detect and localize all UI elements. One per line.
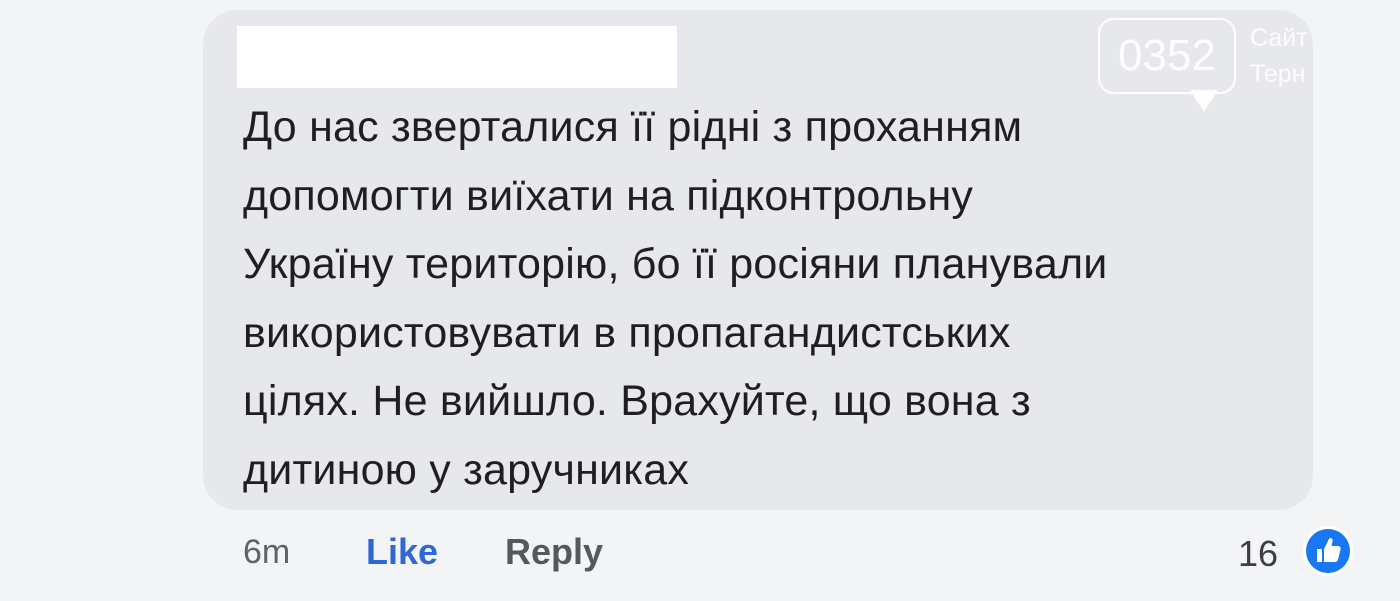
watermark-text-line1: Сайт (1250, 24, 1308, 52)
watermark-text-line2: Терн (1250, 60, 1306, 88)
site-watermark: 0352 Сайт Терн (1088, 14, 1400, 114)
comment-text: До нас зверталися її рідні з проханням д… (243, 103, 1108, 494)
like-button[interactable]: Like (366, 531, 438, 573)
comment-actions-bar: 6m Like Reply 16 (203, 524, 1363, 584)
reply-button[interactable]: Reply (505, 531, 603, 573)
redacted-author-name (237, 26, 677, 88)
watermark-logo-tail (1190, 90, 1218, 112)
watermark-logo-number: 0352 (1098, 18, 1236, 94)
comment-timestamp[interactable]: 6m (243, 533, 290, 572)
thumbs-up-icon[interactable] (1301, 524, 1355, 578)
reaction-count[interactable]: 16 (1238, 533, 1278, 575)
